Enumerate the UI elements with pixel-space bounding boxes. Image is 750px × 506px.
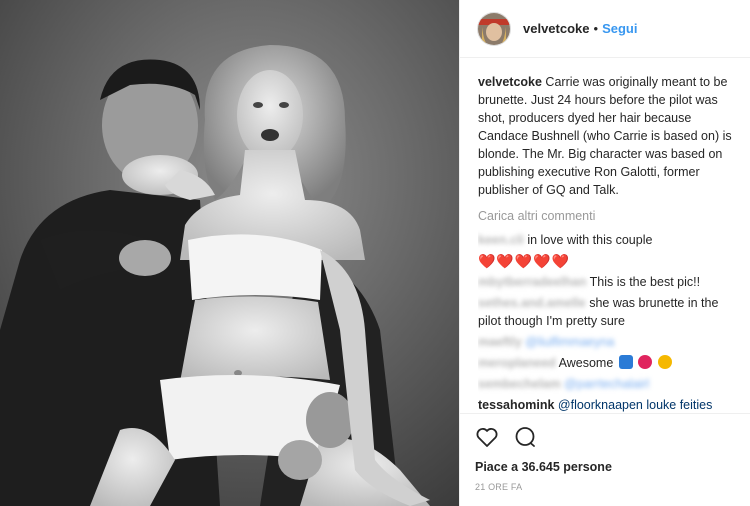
comments-list[interactable]: velvetcoke Carrie was originally meant t… bbox=[478, 73, 744, 413]
comment-username[interactable]: mbytberradeelhan bbox=[478, 275, 586, 289]
comment-username[interactable]: tessahomink bbox=[478, 398, 554, 412]
post-caption: velvetcoke Carrie was originally meant t… bbox=[478, 73, 744, 199]
follow-button[interactable]: Segui bbox=[602, 21, 637, 36]
comment-username[interactable]: meroplaneed bbox=[478, 356, 556, 370]
comment-item: maeftly @liulfimmaeyna bbox=[478, 333, 744, 351]
heart-eyes-emoji-icon bbox=[657, 355, 672, 369]
comment-item: sembechelam @parrtechalairl bbox=[478, 375, 744, 393]
comment-text: in love with this couple bbox=[527, 233, 653, 247]
comment-item: sethes.and.amelle she was brunette in th… bbox=[478, 294, 744, 330]
action-icons bbox=[475, 422, 734, 456]
comment-item: tessahomink @floorknaapen louke feities bbox=[478, 396, 744, 413]
load-more-comments-button[interactable]: Carica altri commenti bbox=[478, 207, 744, 225]
comment-mention[interactable]: @parrtechalairl bbox=[564, 377, 649, 391]
scream-emoji-icon bbox=[618, 355, 633, 369]
comment-item: meroplaneed Awesome bbox=[478, 354, 744, 372]
speech-bubble-icon[interactable] bbox=[513, 425, 537, 454]
comment-item: mbytberradeelhan This is the best pic!! bbox=[478, 273, 744, 291]
header-username[interactable]: velvetcoke bbox=[523, 21, 590, 36]
avatar[interactable] bbox=[477, 11, 511, 46]
comment-text[interactable]: @floorknaapen louke feities bbox=[558, 398, 712, 412]
photo-illustration bbox=[0, 0, 459, 506]
comment-item: keen.cli in love with this couple bbox=[478, 231, 744, 249]
comment-username[interactable]: maeftly bbox=[478, 335, 522, 349]
caption-username[interactable]: velvetcoke bbox=[478, 75, 542, 89]
caption-text: Carrie was originally meant to be brunet… bbox=[478, 75, 732, 197]
comment-username[interactable]: sembechelam bbox=[478, 377, 561, 391]
post-photo[interactable] bbox=[0, 0, 459, 506]
header-separator: • bbox=[593, 21, 599, 36]
comment-username[interactable]: keen.cli bbox=[478, 233, 524, 247]
heart-outline-icon[interactable] bbox=[475, 425, 499, 454]
heart-emoji-icon bbox=[638, 355, 653, 369]
post-header: velvetcoke • Segui bbox=[460, 0, 750, 58]
comment-mention[interactable]: @liulfimmaeyna bbox=[525, 335, 614, 349]
comment-text: This is the best pic!! bbox=[589, 275, 701, 289]
likes-count[interactable]: Piace a 36.645 persone bbox=[475, 460, 734, 474]
comment-item: ❤️❤️❤️❤️❤️ bbox=[478, 252, 744, 270]
comment-username[interactable]: sethes.and.amelle bbox=[478, 296, 586, 310]
comment-text: Awesome bbox=[558, 356, 614, 370]
post-timestamp[interactable]: 21 ORE FA bbox=[475, 482, 734, 492]
post-actions: Piace a 36.645 persone 21 ORE FA bbox=[459, 413, 750, 506]
hearts-emoji: ❤️❤️❤️❤️❤️ bbox=[478, 253, 571, 269]
